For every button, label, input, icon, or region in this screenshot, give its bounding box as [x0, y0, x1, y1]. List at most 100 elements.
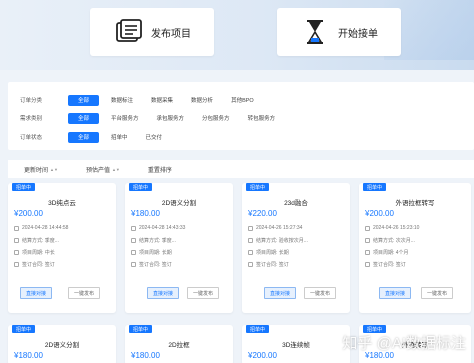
contract-icon [365, 262, 370, 267]
card-settle-text: 结算方式: 季度... [139, 238, 176, 244]
document-stack-icon [116, 19, 142, 42]
sort-bar: 更新时间 ▲▼ 预估产值 ▲▼ 重置排序 [8, 160, 474, 178]
card-price: ¥180.00 [131, 209, 160, 218]
card-contract-text: 签订合同: 签订 [256, 262, 289, 268]
one-click-publish-button[interactable]: 一键发布 [304, 287, 337, 299]
demand-category-subcontractor[interactable]: 分包服务方 [196, 113, 236, 124]
start-taking-orders-label: 开始接单 [338, 28, 378, 40]
contract-icon [248, 262, 253, 267]
project-card[interactable]: 招单中 2D语义分割 ¥180.00 [8, 325, 116, 363]
card-price: ¥200.00 [248, 351, 277, 360]
order-category-annotation[interactable]: 数据标注 [105, 95, 139, 106]
card-date: 2024-04-28 14:43:33 [131, 225, 185, 231]
publish-project-button[interactable]: 发布项目 [90, 8, 214, 56]
period-icon [14, 250, 19, 255]
project-card[interactable]: 招单中 3D连续帧 ¥200.00 [242, 325, 350, 363]
settle-icon [248, 238, 253, 243]
contract-icon [14, 262, 19, 267]
card-contract-text: 签订合同: 签订 [373, 262, 406, 268]
card-title: 23d融合 [284, 200, 308, 207]
status-badge: 招单中 [12, 183, 36, 191]
status-badge: 招单中 [12, 325, 36, 333]
sort-caret-icon: ▲▼ [111, 166, 120, 172]
period-icon [365, 250, 370, 255]
demand-category-contractor[interactable]: 承包服务方 [151, 113, 191, 124]
card-period-text: 项目周期: 中长 [22, 250, 55, 256]
demand-category-transfer[interactable]: 转包服务方 [242, 113, 282, 124]
project-card[interactable]: 招单中 23d融合 ¥220.00 2024-04-26 15:27:34 结算… [242, 183, 350, 313]
demand-category-row: 需求类别 全部 平台服务方 承包服务方 分包服务方 转包服务方 [20, 111, 287, 125]
order-category-collection[interactable]: 数据采集 [145, 95, 179, 106]
card-settle-text: 结算方式: 季度... [22, 238, 59, 244]
card-settle: 结算方式: 验收按次月... [248, 237, 308, 244]
card-date-text: 2024-04-28 14:43:33 [139, 225, 186, 231]
status-badge: 招单中 [246, 183, 270, 191]
watermark: 知乎 @AI数据标注 [342, 335, 466, 352]
publish-project-label: 发布项目 [151, 28, 191, 40]
order-category-all[interactable]: 全部 [68, 94, 100, 106]
card-price: ¥200.00 [14, 209, 43, 218]
card-price: ¥180.00 [14, 351, 43, 360]
order-status-delivered[interactable]: 已交付 [140, 132, 169, 143]
card-contract: 签订合同: 签订 [131, 261, 172, 268]
top-banner: 发布项目 开始接单 [0, 0, 474, 70]
one-click-publish-button[interactable]: 一键发布 [421, 287, 454, 299]
card-contract: 签订合同: 签订 [365, 261, 406, 268]
card-settle-text: 结算方式: 次次月... [373, 238, 415, 244]
project-card[interactable]: 招单中 2D拉框 ¥180.00 [125, 325, 233, 363]
card-contract: 签订合同: 签订 [14, 261, 55, 268]
period-icon [248, 250, 253, 255]
project-card[interactable]: 招单中 外语拉框转写 ¥200.00 2024-04-26 15:23:10 结… [359, 183, 471, 313]
card-title: 2D拉框 [168, 342, 190, 349]
project-card[interactable]: 招单中 2D语义分割 ¥180.00 2024-04-28 14:43:33 结… [125, 183, 233, 313]
sort-caret-icon: ▲▼ [50, 166, 58, 172]
card-title: 3D纯点云 [48, 200, 76, 207]
reset-sort[interactable]: 重置排序 [148, 165, 172, 174]
settle-icon [131, 238, 136, 243]
card-price: ¥180.00 [131, 351, 160, 360]
card-date-text: 2024-04-26 15:27:34 [256, 225, 303, 231]
card-price: ¥220.00 [248, 209, 277, 218]
status-badge: 招单中 [363, 183, 387, 191]
direct-contact-button[interactable]: 直接对接 [20, 287, 53, 299]
card-date-text: 2024-04-28 14:44:58 [22, 225, 69, 231]
order-category-other-bpo[interactable]: 其他BPO [225, 95, 260, 106]
order-category-label: 订单分类 [20, 98, 43, 104]
project-card[interactable]: 招单中 3D纯点云 ¥200.00 2024-04-28 14:44:58 结算… [8, 183, 116, 313]
demand-category-all[interactable]: 全部 [68, 112, 100, 124]
card-date-text: 2024-04-26 15:23:10 [373, 225, 420, 231]
demand-category-platform[interactable]: 平台服务方 [105, 113, 145, 124]
card-title: 外语拉框转写 [395, 200, 435, 207]
contract-icon [131, 262, 136, 267]
sort-budget[interactable]: 预估产值 ▲▼ [86, 165, 120, 174]
card-date: 2024-04-26 15:23:10 [365, 225, 419, 231]
order-category-analysis[interactable]: 数据分析 [185, 95, 219, 106]
period-icon [131, 250, 136, 255]
settle-icon [14, 238, 19, 243]
one-click-publish-button[interactable]: 一键发布 [68, 287, 101, 299]
card-period: 项目周期: 长期 [131, 249, 172, 256]
direct-contact-button[interactable]: 直接对接 [147, 287, 180, 299]
status-badge: 招单中 [129, 183, 153, 191]
card-date: 2024-04-26 15:27:34 [248, 225, 302, 231]
settle-icon [365, 238, 370, 243]
hourglass-icon [307, 20, 323, 44]
direct-contact-button[interactable]: 直接对接 [379, 287, 412, 299]
filter-panel: 订单分类 全部 数据标注 数据采集 数据分析 其他BPO 需求类别 全部 平台服… [8, 82, 474, 150]
start-taking-orders-button[interactable]: 开始接单 [277, 8, 401, 56]
card-title: 2D语义分割 [44, 342, 80, 349]
one-click-publish-button[interactable]: 一键发布 [187, 287, 220, 299]
sort-update-time[interactable]: 更新时间 ▲▼ [24, 165, 58, 174]
sort-budget-label: 预估产值 [85, 167, 110, 174]
order-status-row: 订单状态 全部 招单中 已交付 [20, 130, 174, 144]
order-status-all[interactable]: 全部 [68, 131, 100, 143]
card-period-text: 项目周期: 4个月 [373, 250, 409, 256]
order-status-label: 订单状态 [20, 135, 43, 141]
clock-icon [365, 225, 370, 231]
card-settle: 结算方式: 季度... [14, 237, 59, 244]
clock-icon [131, 225, 136, 231]
direct-contact-button[interactable]: 直接对接 [264, 287, 297, 299]
order-status-recruiting[interactable]: 招单中 [105, 132, 134, 143]
demand-category-label: 需求类别 [20, 116, 43, 122]
card-contract-text: 签订合同: 签订 [22, 262, 55, 268]
